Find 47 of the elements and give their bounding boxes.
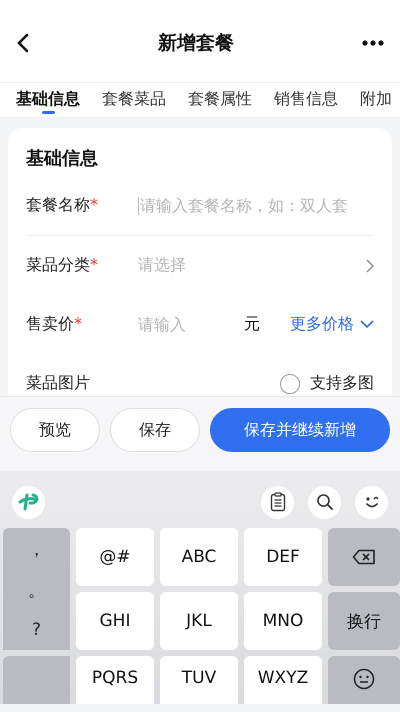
backspace-key[interactable]	[328, 528, 400, 586]
punctuation-key[interactable]: ，	[28, 538, 45, 561]
keyboard-key[interactable]: GHI	[76, 592, 154, 650]
field-label: 菜品图片	[26, 373, 91, 394]
action-button[interactable]: 预览	[10, 408, 100, 452]
field-label: 菜品分类*	[26, 255, 99, 276]
emoji-key[interactable]	[328, 656, 400, 704]
keyboard-key[interactable]: DEF	[244, 528, 322, 586]
keyboard-key[interactable]: MNO	[244, 592, 322, 650]
ime-logo-icon[interactable]	[12, 486, 45, 518]
emoji-face-icon[interactable]	[355, 486, 388, 518]
enter-key[interactable]: 换行	[328, 592, 400, 650]
tab[interactable]: 基础信息	[16, 83, 80, 117]
search-icon[interactable]	[308, 486, 341, 518]
keyboard-key[interactable]: ABC	[160, 528, 238, 586]
action-button[interactable]: 保存	[110, 408, 200, 452]
backspace-icon	[352, 549, 376, 565]
tab-indicator	[42, 111, 55, 114]
key-background	[3, 656, 70, 704]
tab[interactable]: 套餐菜品	[102, 83, 166, 117]
keyboard-key[interactable]: TUV	[160, 656, 238, 704]
price-field[interactable]: 请输入	[138, 315, 208, 334]
keyboard-key[interactable]: WXYZ	[244, 656, 322, 704]
more-prices-link[interactable]: 更多价格	[290, 314, 374, 335]
unit-label: 元	[244, 314, 260, 335]
option-label: 支持多图	[310, 373, 374, 394]
tab[interactable]: 销售信息	[274, 83, 338, 117]
chevron-down-icon	[360, 320, 374, 329]
field-label: 套餐名称*	[26, 195, 99, 216]
keyboard-key[interactable]: PQRS	[76, 656, 154, 704]
name-field[interactable]: 请输入套餐名称，如：双人套	[138, 196, 372, 215]
clipboard-icon[interactable]	[261, 486, 294, 518]
radio-button[interactable]	[280, 374, 300, 394]
tab[interactable]: 套餐属性	[188, 83, 252, 117]
back-icon[interactable]	[16, 33, 30, 53]
more-icon[interactable]	[362, 40, 384, 46]
emoji-icon	[353, 668, 375, 690]
chevron-right-icon	[366, 258, 374, 272]
punctuation-key[interactable]: 。	[28, 579, 45, 602]
field-label: 售卖价*	[26, 314, 83, 335]
punctuation-key[interactable]: ?	[32, 620, 42, 640]
section-title: 基础信息	[26, 147, 99, 170]
page-title: 新增套餐	[158, 31, 234, 56]
tab[interactable]: 附加	[360, 83, 392, 117]
keyboard-key[interactable]: @#	[76, 528, 154, 586]
save-and-continue-button[interactable]: 保存并继续新增	[210, 408, 390, 452]
keyboard-key[interactable]: JKL	[160, 592, 238, 650]
